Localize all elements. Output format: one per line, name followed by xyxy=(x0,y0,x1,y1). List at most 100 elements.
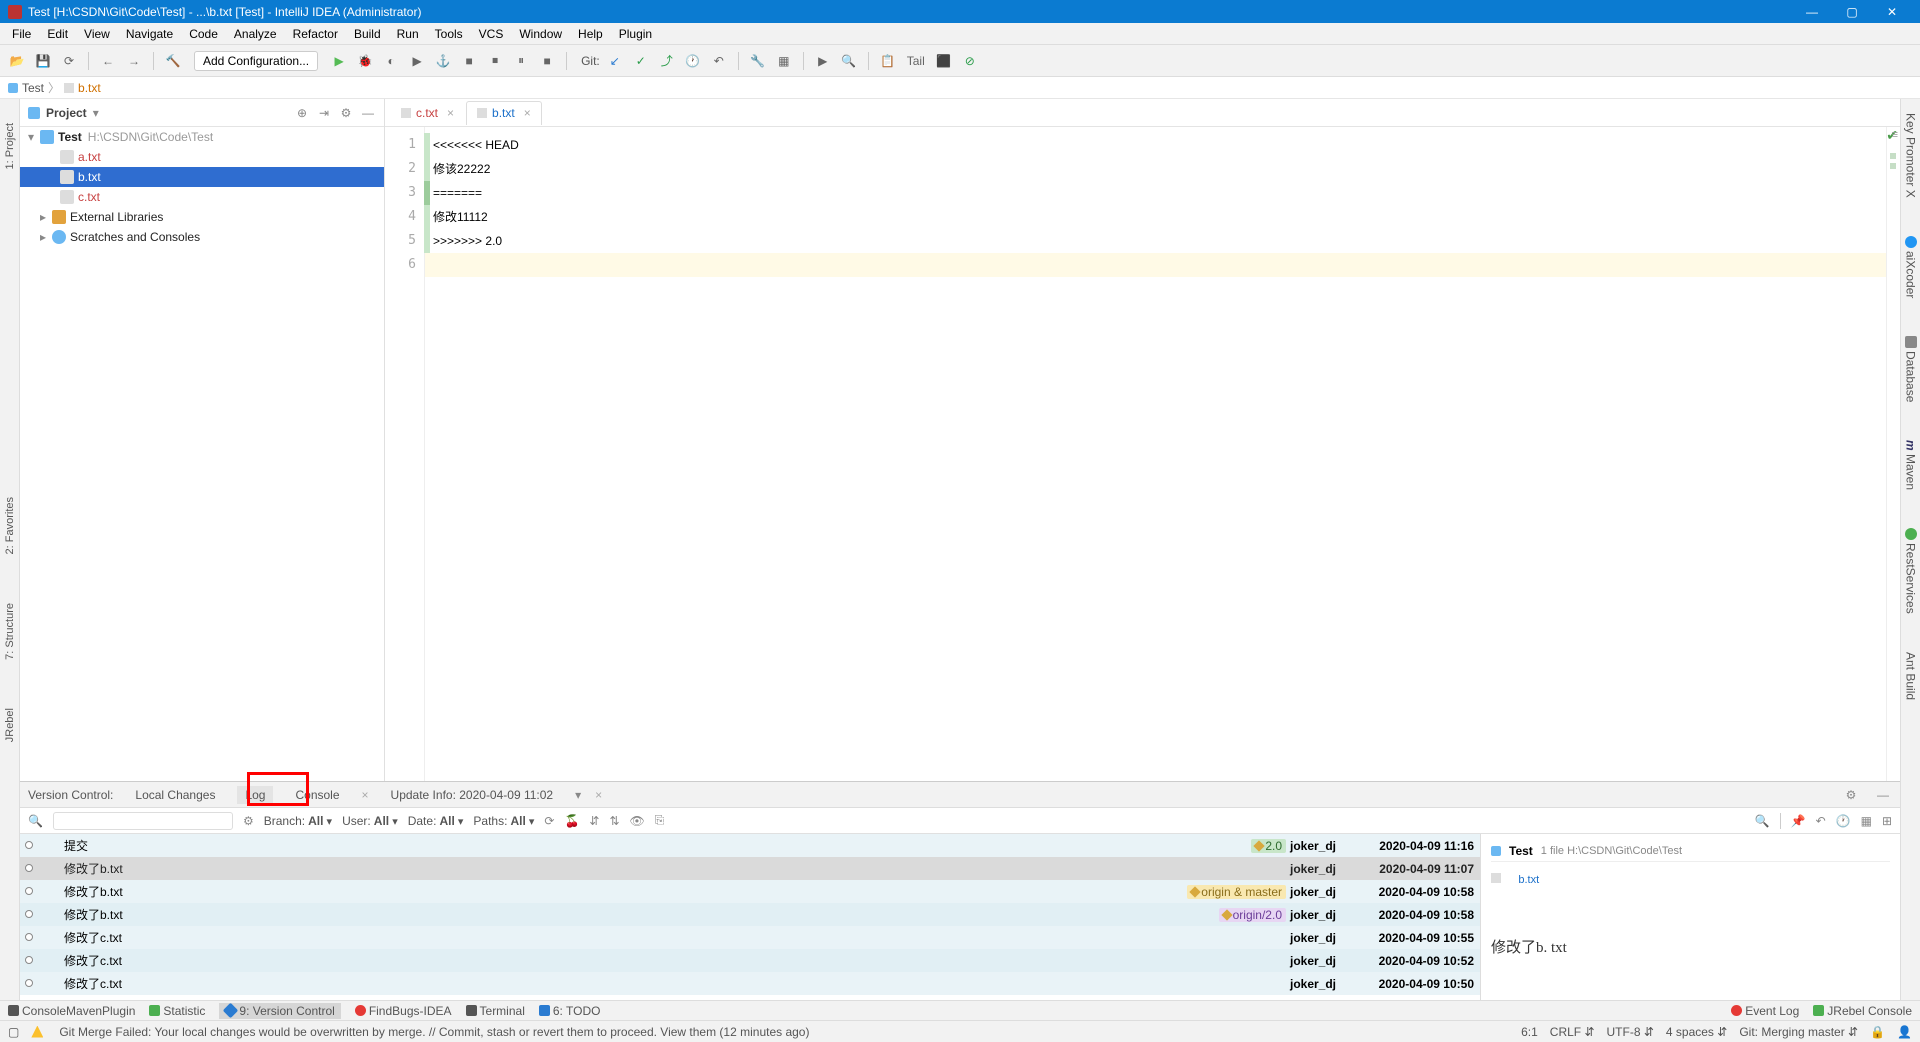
bottom-todo[interactable]: 6: TODO xyxy=(539,1004,601,1018)
tab-maven[interactable]: mMaven xyxy=(1903,436,1919,494)
commit-row[interactable]: 修改了b.txtjoker_dj2020-04-09 11:07 xyxy=(20,857,1480,880)
lines-icon[interactable]: ≡ xyxy=(1892,129,1898,141)
tree-scratches[interactable]: ▸ Scratches and Consoles xyxy=(20,227,384,247)
tree-external-libs[interactable]: ▸ External Libraries xyxy=(20,207,384,227)
regex-icon[interactable]: ⚙ xyxy=(243,814,254,828)
search-icon[interactable]: 🔍 xyxy=(838,50,860,72)
tab-project[interactable]: 1: Project xyxy=(3,119,17,173)
tab-local-changes[interactable]: Local Changes xyxy=(127,786,223,804)
hide-icon[interactable]: — xyxy=(1874,788,1892,802)
status-message[interactable]: Git Merge Failed: Your local changes wou… xyxy=(59,1025,809,1039)
paste-icon[interactable]: 📋 xyxy=(877,50,899,72)
ann-mark[interactable] xyxy=(1890,153,1896,159)
commit-list[interactable]: 提交2.0joker_dj2020-04-09 11:16修改了b.txtjok… xyxy=(20,834,1480,1000)
tab-restservices[interactable]: RestServices xyxy=(1903,524,1919,618)
run-icon[interactable]: ▶ xyxy=(328,50,350,72)
commit-row[interactable]: 修改了c.txtjoker_dj2020-04-09 10:52 xyxy=(20,949,1480,972)
hammer-icon[interactable]: 🔨 xyxy=(162,50,184,72)
tab-aixcoder[interactable]: aiXcoder xyxy=(1903,232,1919,302)
coverage-icon[interactable]: ◐ xyxy=(380,50,402,72)
git-revert-icon[interactable]: ↶ xyxy=(708,50,730,72)
commit-row[interactable]: 修改了b.txtorigin/2.0joker_dj2020-04-09 10:… xyxy=(20,903,1480,926)
tab-jrebel[interactable]: JRebel xyxy=(3,704,17,746)
detail-file-row[interactable]: b.txt xyxy=(1491,872,1890,886)
refresh-icon[interactable]: ⟳ xyxy=(58,50,80,72)
chevron-down-icon[interactable]: ▾ xyxy=(575,788,581,802)
undo-icon[interactable]: ↶ xyxy=(1816,814,1826,828)
tab-ant-build[interactable]: Ant Build xyxy=(1903,648,1919,704)
chevron-right-icon[interactable]: ▸ xyxy=(40,230,52,244)
commit-row[interactable]: 修改了b.txtorigin & masterjoker_dj2020-04-0… xyxy=(20,880,1480,903)
menu-refactor[interactable]: Refactor xyxy=(287,25,344,43)
tab-favorites[interactable]: 2: Favorites xyxy=(3,493,17,558)
goto-icon[interactable]: ⎘ xyxy=(655,813,665,828)
ann-mark[interactable] xyxy=(1890,163,1896,169)
bottom-version-control[interactable]: 9: Version Control xyxy=(219,1003,340,1019)
menu-run[interactable]: Run xyxy=(391,25,425,43)
settings-icon[interactable]: 🔧 xyxy=(747,50,769,72)
search-toggle-icon[interactable]: 🔍 xyxy=(1755,814,1770,828)
hide-icon[interactable]: — xyxy=(360,106,376,120)
minimize-button[interactable]: — xyxy=(1792,0,1832,23)
tree-file-a[interactable]: a.txt xyxy=(20,147,384,167)
close-tab-icon[interactable]: × xyxy=(447,106,454,120)
debug-icon[interactable]: 🐞 xyxy=(354,50,376,72)
git-commit-icon[interactable]: ✓ xyxy=(630,50,652,72)
git-history-icon[interactable]: 🕐 xyxy=(682,50,704,72)
breadcrumb-root[interactable]: Test xyxy=(22,81,44,95)
expand-icon[interactable]: ⊞ xyxy=(1882,814,1892,828)
dropdown-icon[interactable]: ▾ xyxy=(93,106,99,120)
stop2-icon[interactable]: ■ xyxy=(536,50,558,72)
open-icon[interactable]: 📂 xyxy=(6,50,28,72)
status-line-sep[interactable]: CRLF ⇵ xyxy=(1550,1025,1595,1039)
save-icon[interactable]: 💾 xyxy=(32,50,54,72)
menu-help[interactable]: Help xyxy=(572,25,609,43)
stop-icon[interactable]: ■ xyxy=(458,50,480,72)
add-configuration-button[interactable]: Add Configuration... xyxy=(194,51,318,71)
menu-code[interactable]: Code xyxy=(183,25,224,43)
status-caret-pos[interactable]: 6:1 xyxy=(1521,1025,1538,1039)
commit-row[interactable]: 提交2.0joker_dj2020-04-09 11:16 xyxy=(20,834,1480,857)
status-hat-icon[interactable]: 👤 xyxy=(1897,1025,1912,1039)
collapse-icon[interactable]: ⇥ xyxy=(316,106,332,120)
menu-window[interactable]: Window xyxy=(513,25,568,43)
forward-icon[interactable]: → xyxy=(123,50,145,72)
tree-file-b[interactable]: b.txt xyxy=(20,167,384,187)
git-update-icon[interactable]: ↙ xyxy=(604,50,626,72)
commit-row[interactable]: 修改了c.txtjoker_dj2020-04-09 10:50 xyxy=(20,972,1480,995)
power-icon[interactable]: ⊘ xyxy=(959,50,981,72)
tab-update-info[interactable]: Update Info: 2020-04-09 11:02 xyxy=(383,786,562,804)
breadcrumb-file[interactable]: b.txt xyxy=(78,81,101,95)
commit-row[interactable]: 修改了c.txtjoker_dj2020-04-09 10:55 xyxy=(20,926,1480,949)
menu-vcs[interactable]: VCS xyxy=(473,25,510,43)
profile-icon[interactable]: ▶ xyxy=(406,50,428,72)
bottom-event-log[interactable]: Event Log xyxy=(1731,1004,1799,1018)
tab-key-promoter[interactable]: Key Promoter X xyxy=(1903,109,1919,202)
status-indent[interactable]: 4 spaces ⇵ xyxy=(1666,1025,1727,1039)
tab-database[interactable]: Database xyxy=(1903,332,1919,406)
filter-paths[interactable]: Paths: All ▾ xyxy=(473,814,534,828)
git-push-icon[interactable]: ⤴ xyxy=(656,50,678,72)
tree-root[interactable]: ▾ Test H:\CSDN\Git\Code\Test xyxy=(20,127,384,147)
bottom-terminal[interactable]: Terminal xyxy=(466,1004,525,1018)
menu-navigate[interactable]: Navigate xyxy=(120,25,179,43)
menu-tools[interactable]: Tools xyxy=(429,25,469,43)
editor-body[interactable]: 1 2 3 4 5 6 <<<<<<< HEAD 修该22222 =======… xyxy=(385,127,1900,781)
menu-build[interactable]: Build xyxy=(348,25,387,43)
menu-edit[interactable]: Edit xyxy=(41,25,74,43)
back-icon[interactable]: ← xyxy=(97,50,119,72)
tab-structure[interactable]: 7: Structure xyxy=(3,599,17,664)
menu-file[interactable]: File xyxy=(6,25,37,43)
menu-analyze[interactable]: Analyze xyxy=(228,25,283,43)
gear-icon[interactable]: ⚙ xyxy=(338,106,354,120)
group-icon[interactable]: ▦ xyxy=(1861,814,1872,828)
arrows-icon[interactable]: ⇵ xyxy=(589,814,599,828)
eye-icon[interactable]: 👁 xyxy=(630,814,645,828)
x-icon[interactable]: ⏸ xyxy=(510,50,532,72)
tab-log[interactable]: Log xyxy=(237,786,273,804)
bottom-jrebel[interactable]: JRebel Console xyxy=(1813,1004,1912,1018)
gear-icon[interactable]: ⚙ xyxy=(1842,788,1860,802)
filter-user[interactable]: User: All ▾ xyxy=(342,814,398,828)
status-lock-icon[interactable]: 🔒 xyxy=(1870,1025,1885,1039)
annotation-strip[interactable]: ✔ ≡ xyxy=(1886,127,1900,781)
